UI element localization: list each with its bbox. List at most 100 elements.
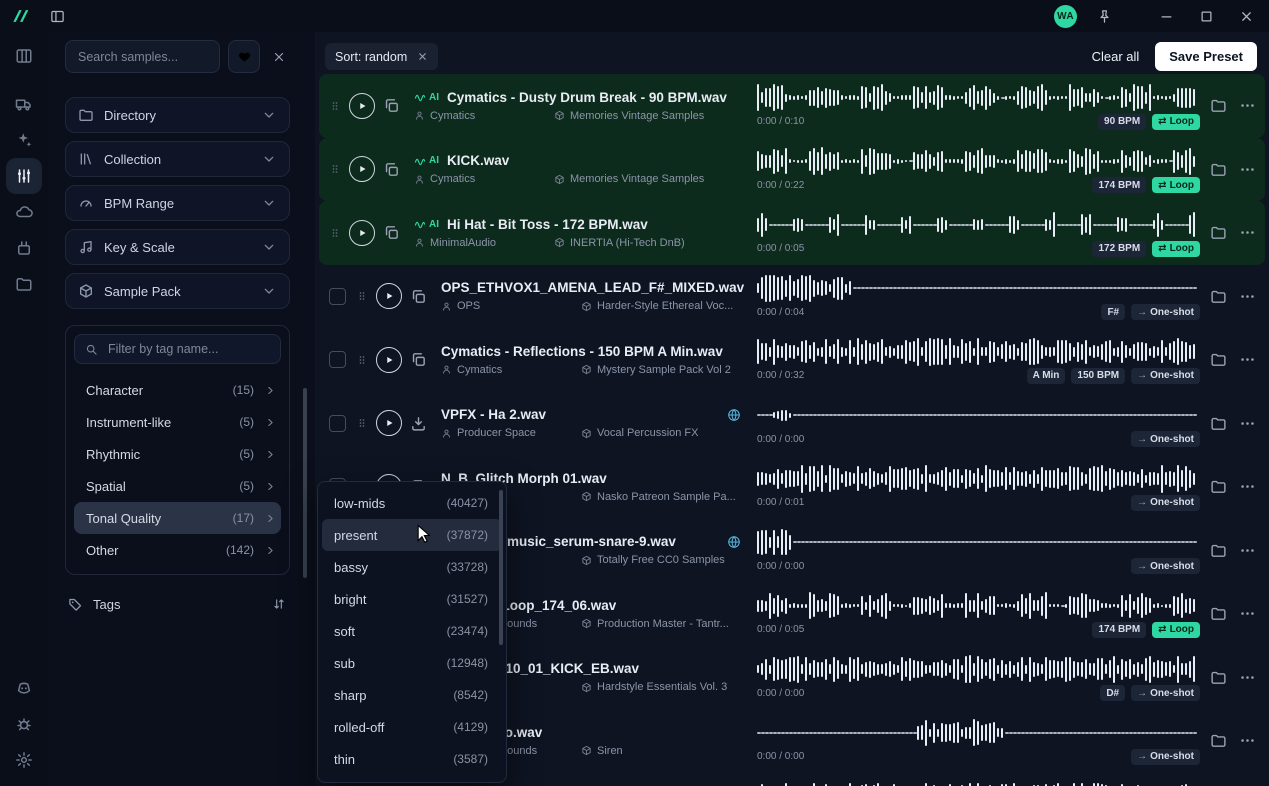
maximize-button[interactable] <box>1193 3 1219 29</box>
filter-section[interactable]: Sample Pack <box>65 273 290 309</box>
pin-icon[interactable] <box>1091 3 1117 29</box>
rail-cloud-button[interactable] <box>6 194 42 230</box>
avatar[interactable]: WA <box>1054 5 1077 28</box>
more-options-icon[interactable] <box>1235 669 1259 686</box>
flyout-tag[interactable]: thin(3587) <box>322 743 502 775</box>
more-options-icon[interactable] <box>1235 542 1259 559</box>
tag-category[interactable]: Other(142) <box>74 534 281 566</box>
search-input[interactable] <box>65 40 220 73</box>
flyout-scrollbar[interactable] <box>499 490 503 645</box>
copy-icon[interactable] <box>383 161 400 178</box>
clear-search-icon[interactable] <box>268 46 290 68</box>
drag-handle-icon[interactable] <box>356 414 368 432</box>
drag-handle-icon[interactable] <box>329 224 341 242</box>
copy-icon[interactable] <box>383 224 400 241</box>
more-options-icon[interactable] <box>1235 224 1259 241</box>
folder-icon[interactable] <box>1210 351 1227 368</box>
tags-footer[interactable]: Tags <box>65 589 290 619</box>
more-options-icon[interactable] <box>1235 732 1259 749</box>
folder-icon[interactable] <box>1210 161 1227 178</box>
copy-icon[interactable] <box>410 288 427 305</box>
flyout-tag[interactable]: low-mids(40427) <box>322 487 502 519</box>
flyout-tag[interactable]: soft(23474) <box>322 615 502 647</box>
sort-order-icon[interactable] <box>272 597 286 611</box>
waveform[interactable] <box>757 781 1200 786</box>
row-checkbox[interactable] <box>329 288 346 305</box>
more-options-icon[interactable] <box>1235 478 1259 495</box>
more-options-icon[interactable] <box>1235 97 1259 114</box>
waveform[interactable] <box>757 83 1200 113</box>
more-options-icon[interactable] <box>1235 161 1259 178</box>
rail-plugin-button[interactable] <box>6 230 42 266</box>
drag-handle-icon[interactable] <box>356 287 368 305</box>
sample-row[interactable]: Cymatics - Reflections - 150 BPM A Min.w… <box>319 328 1265 392</box>
flyout-tag[interactable]: present(37872) <box>322 519 502 551</box>
tag-category[interactable]: Character(15) <box>74 374 281 406</box>
waveform[interactable] <box>757 654 1200 684</box>
drag-handle-icon[interactable] <box>329 160 341 178</box>
clear-all-button[interactable]: Clear all <box>1092 49 1140 64</box>
waveform[interactable] <box>757 210 1200 240</box>
waveform[interactable] <box>757 591 1200 621</box>
play-button[interactable] <box>376 347 402 373</box>
play-button[interactable] <box>376 410 402 436</box>
flyout-tag[interactable]: bright(31527) <box>322 583 502 615</box>
waveform[interactable] <box>757 464 1200 494</box>
sample-row[interactable]: VPFX - Ha 2.wavProducer SpaceVocal Percu… <box>319 392 1265 456</box>
waveform[interactable] <box>757 273 1200 303</box>
drag-handle-icon[interactable] <box>329 97 341 115</box>
filter-section[interactable]: Collection <box>65 141 290 177</box>
play-button[interactable] <box>349 220 375 246</box>
minimize-button[interactable] <box>1153 3 1179 29</box>
row-checkbox[interactable] <box>329 351 346 368</box>
folder-icon[interactable] <box>1210 542 1227 559</box>
close-button[interactable] <box>1233 3 1259 29</box>
rail-gear-button[interactable] <box>6 742 42 778</box>
sample-row[interactable]: AIHi Hat - Bit Toss - 172 BPM.wavMinimal… <box>319 201 1265 265</box>
rail-bug-button[interactable] <box>6 706 42 742</box>
rail-equalizer-button[interactable] <box>6 158 42 194</box>
folder-icon[interactable] <box>1210 415 1227 432</box>
rail-truck-button[interactable] <box>6 86 42 122</box>
panel-toggle-icon[interactable] <box>44 3 70 29</box>
waveform[interactable] <box>757 400 1200 430</box>
play-button[interactable] <box>349 156 375 182</box>
tag-category[interactable]: Rhythmic(5) <box>74 438 281 470</box>
more-options-icon[interactable] <box>1235 415 1259 432</box>
filter-section[interactable]: Key & Scale <box>65 229 290 265</box>
row-checkbox[interactable] <box>329 415 346 432</box>
rail-discord-button[interactable] <box>6 670 42 706</box>
tag-category[interactable]: Spatial(5) <box>74 470 281 502</box>
flyout-tag[interactable]: bassy(33728) <box>322 551 502 583</box>
tag-category[interactable]: Tonal Quality(17) <box>74 502 281 534</box>
play-button[interactable] <box>376 283 402 309</box>
favorites-filter-button[interactable] <box>228 40 260 73</box>
filter-section[interactable]: Directory <box>65 97 290 133</box>
folder-icon[interactable] <box>1210 288 1227 305</box>
folder-icon[interactable] <box>1210 605 1227 622</box>
tag-filter-input[interactable] <box>106 341 270 357</box>
download-icon[interactable] <box>410 415 427 432</box>
sidebar-scrollbar[interactable] <box>303 388 307 578</box>
sample-row[interactable]: AICymatics - Dusty Drum Break - 90 BPM.w… <box>319 74 1265 138</box>
flyout-tag[interactable]: sub(12948) <box>322 647 502 679</box>
copy-icon[interactable] <box>383 97 400 114</box>
play-button[interactable] <box>349 93 375 119</box>
rail-folder-button[interactable] <box>6 266 42 302</box>
waveform[interactable] <box>757 718 1200 748</box>
folder-icon[interactable] <box>1210 97 1227 114</box>
tag-category[interactable]: Instrument-like(5) <box>74 406 281 438</box>
save-preset-button[interactable]: Save Preset <box>1155 42 1257 71</box>
remove-sort-icon[interactable] <box>417 51 428 62</box>
sample-row[interactable]: OPS_ETHVOX1_AMENA_LEAD_F#_MIXED.wavOPSHa… <box>319 265 1265 329</box>
filter-section[interactable]: BPM Range <box>65 185 290 221</box>
flyout-tag[interactable]: rolled-off(4129) <box>322 711 502 743</box>
tag-filter-box[interactable] <box>74 334 281 364</box>
drag-handle-icon[interactable] <box>356 351 368 369</box>
folder-icon[interactable] <box>1210 732 1227 749</box>
waveform[interactable] <box>757 146 1200 176</box>
rail-columns-button[interactable] <box>6 38 42 74</box>
rail-sparkles-button[interactable] <box>6 122 42 158</box>
waveform[interactable] <box>757 527 1200 557</box>
more-options-icon[interactable] <box>1235 288 1259 305</box>
